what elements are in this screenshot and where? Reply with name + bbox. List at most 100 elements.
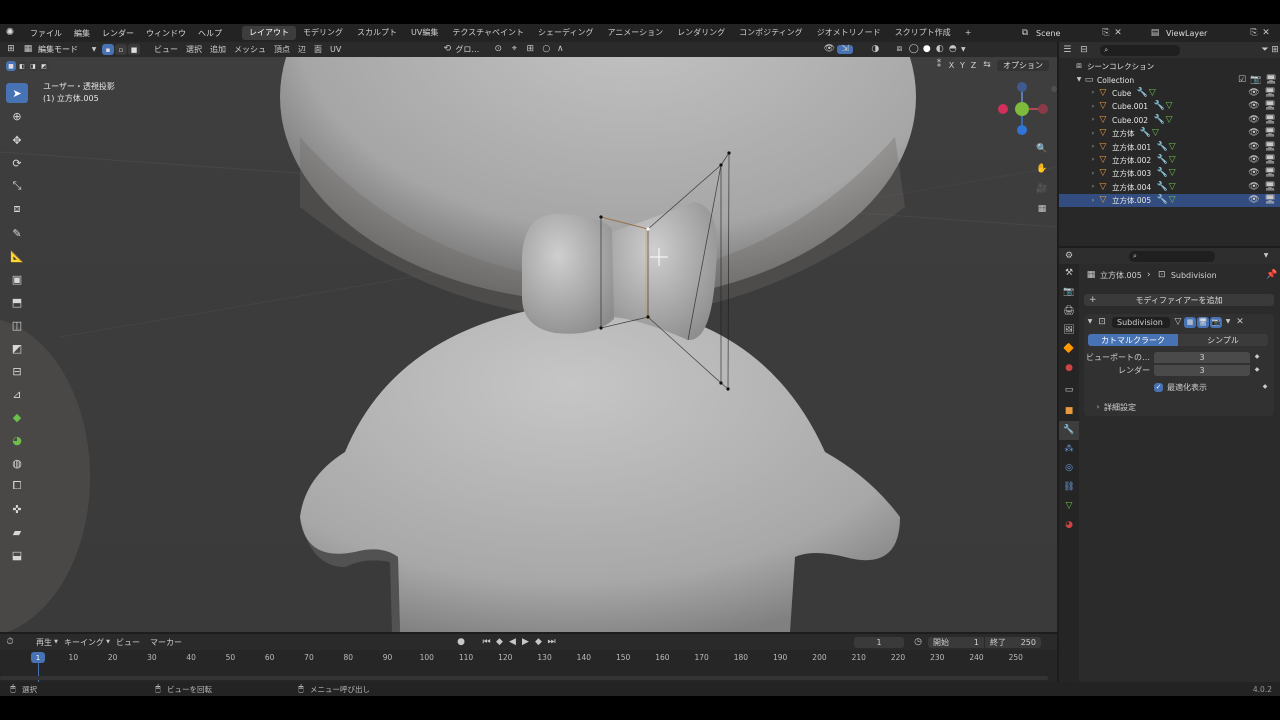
modifier-wrench-icon[interactable]: 🔧: [1137, 88, 1148, 98]
menu-select[interactable]: 選択: [182, 44, 206, 55]
measure-icon[interactable]: 📐: [6, 246, 28, 266]
move-icon[interactable]: ✥: [6, 130, 28, 150]
expand-icon[interactable]: ›: [1089, 103, 1097, 110]
scene-tab-icon[interactable]: 🔶: [1059, 340, 1079, 359]
render-visibility-icon[interactable]: 🖥: [1264, 102, 1275, 111]
gizmo-icon[interactable]: ⇲: [837, 45, 854, 54]
snap-icon[interactable]: ⌖: [507, 45, 521, 54]
tab-scripting[interactable]: スクリプト作成: [888, 26, 958, 40]
object-tab-icon[interactable]: ■: [1059, 402, 1079, 421]
modifier-wrench-icon[interactable]: 🔧: [1157, 196, 1168, 205]
render-visibility-icon[interactable]: 🖥: [1264, 169, 1275, 178]
outliner-row[interactable]: › ▽ 立方体.002 🔧 ▽ 👁 🖥: [1059, 154, 1280, 167]
mesh-data-icon[interactable]: ▽: [1167, 142, 1177, 152]
expand-icon[interactable]: ›: [1089, 117, 1097, 123]
timeline-menu-view[interactable]: ビュー: [116, 637, 140, 648]
outliner-row[interactable]: › ▽ Cube.001 🔧 ▽ 👁 🖥: [1059, 100, 1280, 113]
next-keyframe-icon[interactable]: ◆: [532, 637, 545, 647]
filter-icon[interactable]: ⏷: [1260, 45, 1270, 55]
viewport-toggle-icon[interactable]: 🖥: [1197, 316, 1209, 328]
menu-edit[interactable]: 編集: [68, 28, 96, 39]
constraints-tab-icon[interactable]: ⛓: [1059, 478, 1079, 497]
shrink-fatten-icon[interactable]: ✜: [6, 499, 28, 519]
outliner-row[interactable]: › ▽ 立方体.005 🔧 ▽ 👁 🖥: [1059, 193, 1280, 208]
scene-name[interactable]: Scene: [1032, 29, 1100, 38]
scale-icon[interactable]: ⤡: [6, 176, 28, 196]
visibility-icon[interactable]: 👁: [821, 45, 837, 54]
blender-logo-icon[interactable]: ✺: [0, 28, 20, 38]
prev-keyframe-icon[interactable]: ◆: [493, 637, 506, 647]
view-layer-tab-icon[interactable]: 🖼: [1059, 321, 1079, 340]
outliner-object-name[interactable]: 立方体.001: [1112, 142, 1151, 153]
knife-icon[interactable]: ⊿: [6, 384, 28, 404]
edge-slide-icon[interactable]: ⧠: [6, 476, 28, 496]
options-dropdown[interactable]: オプション: [997, 60, 1049, 71]
outliner-object-name[interactable]: 立方体.004: [1112, 182, 1151, 193]
shading-dropdown-icon[interactable]: ▼: [959, 46, 967, 53]
expand-icon[interactable]: ›: [1089, 184, 1097, 190]
modifier-wrench-icon[interactable]: 🔧: [1157, 182, 1168, 192]
visibility-eye-icon[interactable]: 👁: [1248, 115, 1259, 125]
material-tab-icon[interactable]: ◕: [1059, 516, 1079, 535]
menu-edge[interactable]: 辺: [294, 44, 310, 55]
add-workspace-button[interactable]: +: [958, 26, 979, 40]
select-subtract-icon[interactable]: ◨: [28, 61, 38, 71]
properties-options-icon[interactable]: ▼: [1261, 253, 1271, 259]
pan-hand-icon[interactable]: ✋: [1034, 159, 1050, 179]
visibility-eye-icon[interactable]: 👁: [1248, 155, 1259, 165]
visibility-eye-icon[interactable]: 👁: [1248, 88, 1259, 98]
outliner-editor-icon[interactable]: ☰: [1059, 45, 1076, 55]
current-frame-field[interactable]: 1: [854, 636, 904, 648]
camera-view-icon[interactable]: 🎥: [1034, 179, 1050, 199]
menu-mesh[interactable]: メッシュ: [230, 44, 270, 55]
wireframe-shading-icon[interactable]: ◯: [907, 45, 920, 54]
menu-help[interactable]: ヘルプ: [192, 28, 228, 39]
timeline-scrollbar[interactable]: [0, 676, 1048, 680]
visibility-eye-icon[interactable]: 👁: [1248, 196, 1259, 205]
scene-collection-row[interactable]: ⧈ シーンコレクション: [1059, 60, 1280, 73]
modifier-name-field[interactable]: Subdivision: [1112, 316, 1170, 328]
playhead[interactable]: 1: [31, 652, 45, 663]
outliner-row[interactable]: › ▽ 立方体 🔧 ▽ 👁 🖥: [1059, 127, 1280, 140]
modifier-wrench-icon[interactable]: 🔧: [1153, 102, 1164, 111]
view-layer-icon[interactable]: ▤: [1148, 28, 1162, 38]
render-keyframe-dot-icon[interactable]: ◆: [1250, 367, 1264, 373]
render-visibility-icon[interactable]: 🖥: [1264, 182, 1275, 192]
copy-scene-icon[interactable]: ⎘: [1100, 28, 1112, 38]
3d-viewport[interactable]: ユーザー・透視投影 (1) 立方体.005 ■ ◧ ◨ ◩ ⁑ X Y Z ⇆ …: [0, 57, 1057, 632]
tab-layout[interactable]: レイアウト: [242, 26, 296, 40]
render-visibility-icon[interactable]: 🖥: [1264, 196, 1275, 205]
falloff-icon[interactable]: ∧: [553, 45, 567, 54]
new-collection-icon[interactable]: ⊞: [1270, 45, 1280, 55]
playback-dropdown-icon[interactable]: ▼: [52, 639, 60, 645]
transform-icon[interactable]: ⧈: [6, 199, 28, 219]
collection-row[interactable]: ▼ ▭ Collection ☑ 📷 🖥: [1059, 73, 1280, 86]
poly-build-icon[interactable]: ◆: [6, 407, 28, 427]
mesh-data-icon[interactable]: ▽: [1164, 115, 1174, 125]
world-tab-icon[interactable]: ●: [1059, 359, 1079, 378]
tab-compositing[interactable]: コンポジティング: [732, 26, 810, 40]
outliner-row[interactable]: › ▽ 立方体.004 🔧 ▽ 👁 🖥: [1059, 181, 1280, 194]
render-visibility-icon[interactable]: 🖥: [1264, 142, 1275, 152]
menu-view[interactable]: ビュー: [150, 44, 182, 55]
levels-render-field[interactable]: 3: [1154, 364, 1250, 376]
output-tab-icon[interactable]: 🖨: [1059, 302, 1079, 321]
outliner-row[interactable]: › ▽ Cube 🔧 ▽ 👁 🖥: [1059, 87, 1280, 100]
timeline-editor-icon[interactable]: ⏱: [0, 637, 20, 647]
menu-render[interactable]: レンダー: [96, 28, 140, 39]
mesh-data-icon[interactable]: ▽: [1147, 88, 1157, 98]
outliner-object-name[interactable]: 立方体.002: [1112, 155, 1151, 166]
menu-uv[interactable]: UV: [326, 45, 345, 54]
add-cube-icon[interactable]: ▣: [6, 269, 28, 289]
expand-icon[interactable]: ›: [1089, 144, 1097, 150]
optimal-keyframe-icon[interactable]: ◆: [1260, 384, 1270, 390]
modifier-menu-icon[interactable]: ▼: [1222, 319, 1234, 325]
properties-editor-icon[interactable]: ⚙: [1059, 251, 1079, 261]
modifier-collapse-icon[interactable]: ▼: [1084, 319, 1096, 325]
loop-cut-icon[interactable]: ⊟: [6, 361, 28, 381]
inset-icon[interactable]: ◫: [6, 315, 28, 335]
render-tab-icon[interactable]: 📷: [1059, 283, 1079, 302]
tab-simple[interactable]: シンプル: [1178, 334, 1268, 346]
expand-icon[interactable]: ›: [1089, 157, 1097, 163]
expand-icon[interactable]: ›: [1089, 130, 1097, 137]
